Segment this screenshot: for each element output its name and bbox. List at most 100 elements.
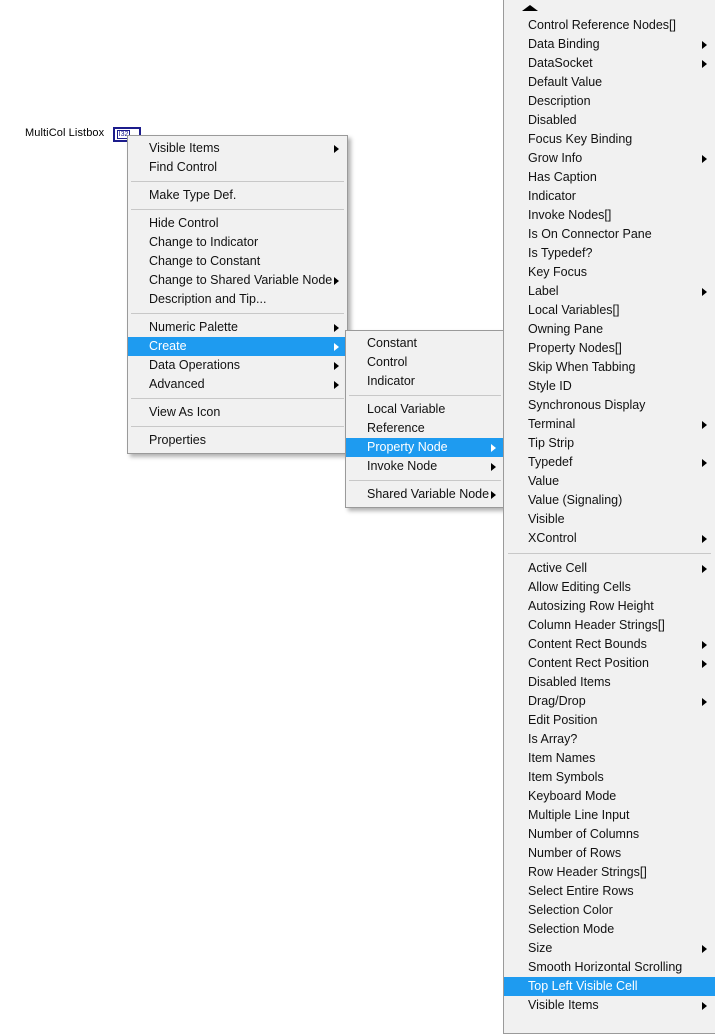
prop-item-style-id[interactable]: Style ID [504,377,715,396]
prop-item-xcontrol[interactable]: XControl [504,529,715,548]
prop-item-is-array[interactable]: Is Array? [504,730,715,749]
menu-item-label: Select Entire Rows [528,884,634,898]
prop-item-is-on-connector-pane[interactable]: Is On Connector Pane [504,225,715,244]
menu-item-label: Shared Variable Node [367,487,490,501]
menu-separator [349,395,501,396]
menu-item-make-type-def[interactable]: Make Type Def. [128,186,347,205]
prop-item-drag-drop[interactable]: Drag/Drop [504,692,715,711]
menu-item-label: Edit Position [528,713,598,727]
prop-item-content-rect-position[interactable]: Content Rect Position [504,654,715,673]
prop-item-selection-color[interactable]: Selection Color [504,901,715,920]
prop-item-active-cell[interactable]: Active Cell [504,559,715,578]
prop-item-number-of-rows[interactable]: Number of Rows [504,844,715,863]
create-item-shared-variable-node[interactable]: Shared Variable Node [346,485,504,504]
create-item-constant[interactable]: Constant [346,334,504,353]
prop-item-skip-when-tabbing[interactable]: Skip When Tabbing [504,358,715,377]
prop-item-item-names[interactable]: Item Names [504,749,715,768]
prop-item-invoke-nodes[interactable]: Invoke Nodes[] [504,206,715,225]
menu-item-view-as-icon[interactable]: View As Icon [128,403,347,422]
submenu-arrow-icon [702,420,707,429]
menu-item-numeric-palette[interactable]: Numeric Palette [128,318,347,337]
prop-item-grow-info[interactable]: Grow Info [504,149,715,168]
prop-item-property-nodes[interactable]: Property Nodes[] [504,339,715,358]
create-item-local-variable[interactable]: Local Variable [346,400,504,419]
menu-item-hide-control[interactable]: Hide Control [128,214,347,233]
submenu-arrow-icon [334,380,339,389]
prop-item-item-symbols[interactable]: Item Symbols [504,768,715,787]
prop-item-row-header-strings[interactable]: Row Header Strings[] [504,863,715,882]
prop-item-value[interactable]: Value [504,472,715,491]
menu-item-data-operations[interactable]: Data Operations [128,356,347,375]
submenu-arrow-icon [702,1001,707,1010]
prop-item-edit-position[interactable]: Edit Position [504,711,715,730]
scroll-up-arrow-icon[interactable] [504,0,715,16]
prop-item-default-value[interactable]: Default Value [504,73,715,92]
menu-item-advanced[interactable]: Advanced [128,375,347,394]
prop-item-disabled[interactable]: Disabled [504,111,715,130]
prop-item-value-signaling[interactable]: Value (Signaling) [504,491,715,510]
menu-item-label: Local Variable [367,402,446,416]
prop-item-description[interactable]: Description [504,92,715,111]
menu-item-label: Reference [367,421,425,435]
prop-item-indicator[interactable]: Indicator [504,187,715,206]
prop-item-key-focus[interactable]: Key Focus [504,263,715,282]
prop-item-is-typedef[interactable]: Is Typedef? [504,244,715,263]
create-item-indicator[interactable]: Indicator [346,372,504,391]
submenu-arrow-icon [702,458,707,467]
prop-item-label[interactable]: Label [504,282,715,301]
prop-item-terminal[interactable]: Terminal [504,415,715,434]
prop-item-smooth-horizontal-scrolling[interactable]: Smooth Horizontal Scrolling [504,958,715,977]
create-item-invoke-node[interactable]: Invoke Node [346,457,504,476]
menu-item-label: Has Caption [528,170,597,184]
menu-item-label: DataSocket [528,56,593,70]
menu-item-label: Description and Tip... [149,292,267,306]
menu-item-properties[interactable]: Properties [128,431,347,450]
prop-item-number-of-columns[interactable]: Number of Columns [504,825,715,844]
prop-item-owning-pane[interactable]: Owning Pane [504,320,715,339]
prop-item-datasocket[interactable]: DataSocket [504,54,715,73]
create-item-property-node[interactable]: Property Node [346,438,504,457]
prop-item-synchronous-display[interactable]: Synchronous Display [504,396,715,415]
menu-item-label: Style ID [528,379,572,393]
menu-item-find-control[interactable]: Find Control [128,158,347,177]
menu-item-visible-items[interactable]: Visible Items [128,139,347,158]
prop-item-typedef[interactable]: Typedef [504,453,715,472]
menu-item-change-to-constant[interactable]: Change to Constant [128,252,347,271]
prop-item-local-variables[interactable]: Local Variables[] [504,301,715,320]
menu-item-label: Drag/Drop [528,694,586,708]
prop-item-selection-mode[interactable]: Selection Mode [504,920,715,939]
create-item-reference[interactable]: Reference [346,419,504,438]
menu-item-change-to-indicator[interactable]: Change to Indicator [128,233,347,252]
create-submenu[interactable]: Constant Control Indicator Local Variable Re… [345,330,505,508]
menu-item-label: Smooth Horizontal Scrolling [528,960,683,974]
prop-item-disabled-items[interactable]: Disabled Items [504,673,715,692]
submenu-arrow-icon [334,276,339,285]
terminal-label: MultiCol Listbox [25,127,105,139]
menu-item-label: Default Value [528,75,603,89]
menu-item-description-and-tip[interactable]: Description and Tip... [128,290,347,309]
prop-item-keyboard-mode[interactable]: Keyboard Mode [504,787,715,806]
prop-item-control-reference-nodes[interactable]: Control Reference Nodes[] [504,16,715,35]
property-node-menu[interactable]: Control Reference Nodes[] Data Binding Dat… [503,0,715,1034]
prop-item-focus-key-binding[interactable]: Focus Key Binding [504,130,715,149]
prop-item-column-header-strings[interactable]: Column Header Strings[] [504,616,715,635]
prop-item-multiple-line-input[interactable]: Multiple Line Input [504,806,715,825]
submenu-arrow-icon [702,697,707,706]
menu-item-change-to-shared-variable-node[interactable]: Change to Shared Variable Node [128,271,347,290]
create-item-control[interactable]: Control [346,353,504,372]
prop-item-data-binding[interactable]: Data Binding [504,35,715,54]
prop-item-allow-editing-cells[interactable]: Allow Editing Cells [504,578,715,597]
submenu-arrow-icon [702,287,707,296]
prop-item-visible-items[interactable]: Visible Items [504,996,715,1015]
prop-item-select-entire-rows[interactable]: Select Entire Rows [504,882,715,901]
prop-item-autosizing-row-height[interactable]: Autosizing Row Height [504,597,715,616]
prop-item-top-left-visible-cell[interactable]: Top Left Visible Cell [504,977,715,996]
prop-item-has-caption[interactable]: Has Caption [504,168,715,187]
menu-item-label: Label [528,284,559,298]
control-context-menu[interactable]: Visible Items Find Control Make Type Def. H… [127,135,348,454]
prop-item-visible[interactable]: Visible [504,510,715,529]
prop-item-tip-strip[interactable]: Tip Strip [504,434,715,453]
menu-item-create[interactable]: Create [128,337,347,356]
prop-item-size[interactable]: Size [504,939,715,958]
prop-item-content-rect-bounds[interactable]: Content Rect Bounds [504,635,715,654]
